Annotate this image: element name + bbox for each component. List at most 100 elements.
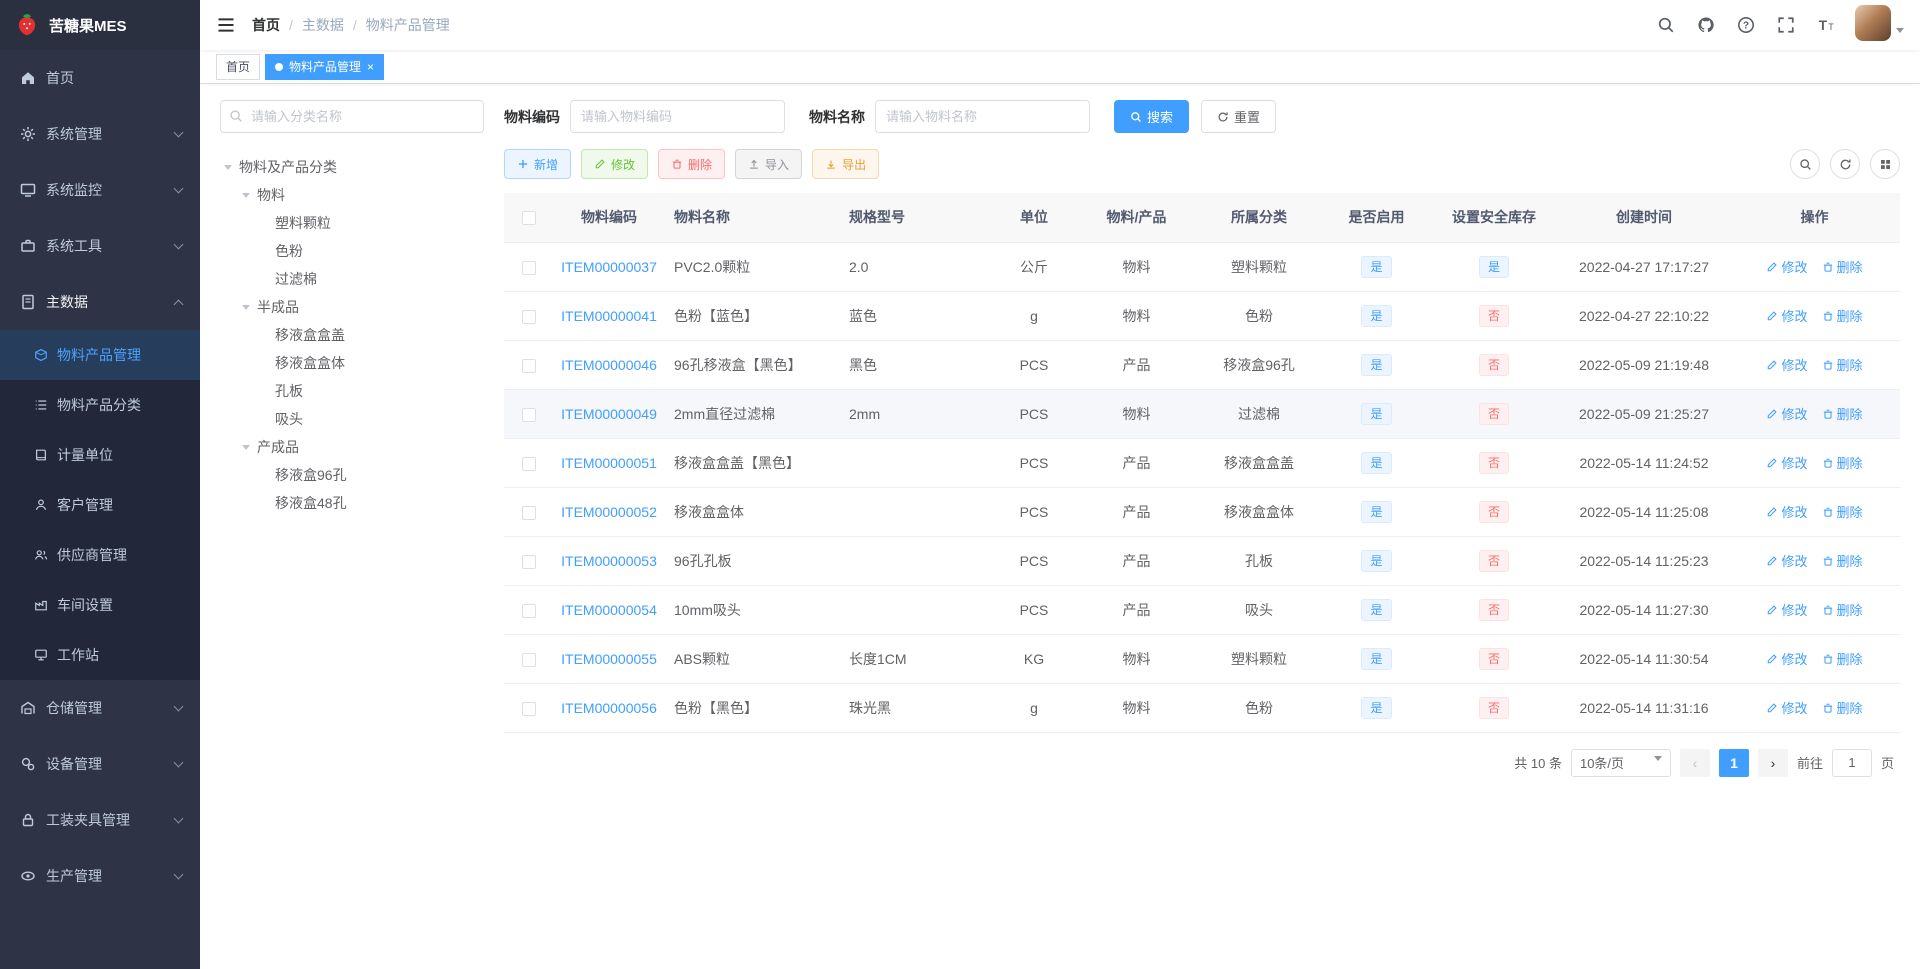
edit-row-button[interactable]: 修改 — [1766, 306, 1808, 325]
item-code-link[interactable]: ITEM00000053 — [561, 553, 657, 569]
delete-row-button[interactable]: 删除 — [1822, 600, 1863, 619]
next-page-button[interactable]: › — [1757, 748, 1788, 777]
edit-row-button[interactable]: 修改 — [1766, 502, 1808, 521]
tree-node[interactable]: 吸头 — [220, 405, 484, 433]
table-row[interactable]: ITEM00000049 2mm直径过滤棉 2mm PCS 物料 过滤棉 是 否… — [504, 389, 1900, 439]
tree-caret-icon[interactable] — [224, 164, 232, 174]
row-checkbox[interactable] — [522, 456, 536, 471]
item-code-link[interactable]: ITEM00000049 — [561, 406, 657, 422]
row-checkbox[interactable] — [522, 407, 536, 422]
delete-row-button[interactable]: 删除 — [1822, 404, 1863, 423]
tree-node[interactable]: 物料 — [220, 181, 484, 209]
sidebar-item-material-product-category[interactable]: 物料产品分类 — [0, 380, 200, 430]
sidebar-item-home[interactable]: 首页 — [0, 50, 200, 106]
github-link-button[interactable] — [1689, 5, 1723, 45]
item-code-link[interactable]: ITEM00000041 — [561, 308, 657, 324]
column-settings-button[interactable] — [1870, 149, 1900, 179]
row-checkbox[interactable] — [522, 309, 536, 324]
sidebar-item-system-tools[interactable]: 系统工具 — [0, 218, 200, 274]
sidebar-item-equipment-management[interactable]: 设备管理 — [0, 736, 200, 792]
tree-node[interactable]: 半成品 — [220, 293, 484, 321]
tree-caret-icon[interactable] — [242, 304, 250, 314]
tree-node[interactable]: 过滤棉 — [220, 265, 484, 293]
table-row[interactable]: ITEM00000051 移液盒盒盖【黑色】 PCS 产品 移液盒盒盖 是 否 … — [504, 438, 1900, 488]
edit-button[interactable]: 修改 — [581, 149, 649, 179]
item-code-link[interactable]: ITEM00000056 — [561, 700, 657, 716]
search-button[interactable]: 搜索 — [1114, 100, 1190, 133]
edit-row-button[interactable]: 修改 — [1766, 551, 1808, 570]
row-checkbox[interactable] — [522, 554, 536, 569]
tree-node[interactable]: 物料及产品分类 — [220, 153, 484, 181]
refresh-table-button[interactable] — [1830, 149, 1860, 179]
sidebar-item-fixture-management[interactable]: 工装夹具管理 — [0, 792, 200, 848]
fullscreen-button[interactable] — [1769, 5, 1803, 45]
sidebar-item-system-management[interactable]: 系统管理 — [0, 106, 200, 162]
table-row[interactable]: ITEM00000037 PVC2.0颗粒 2.0 公斤 物料 塑料颗粒 是 是… — [504, 242, 1900, 292]
sidebar-item-measurement-unit[interactable]: 计量单位 — [0, 430, 200, 480]
category-search-input[interactable] — [220, 100, 484, 133]
item-code-link[interactable]: ITEM00000054 — [561, 602, 657, 618]
page-1-button[interactable]: 1 — [1718, 748, 1749, 777]
row-checkbox[interactable] — [522, 603, 536, 618]
row-checkbox[interactable] — [522, 260, 536, 275]
help-button[interactable]: ? — [1729, 5, 1763, 45]
tree-node[interactable]: 孔板 — [220, 377, 484, 405]
tab-material-product-management[interactable]: 物料产品管理 × — [265, 53, 385, 80]
tree-node[interactable]: 移液盒48孔 — [220, 489, 484, 517]
delete-button[interactable]: 删除 — [658, 149, 726, 179]
edit-row-button[interactable]: 修改 — [1766, 404, 1808, 423]
row-checkbox[interactable] — [522, 505, 536, 520]
code-filter-input[interactable] — [570, 100, 785, 133]
add-button[interactable]: 新增 — [504, 149, 572, 179]
table-row[interactable]: ITEM00000053 96孔孔板 PCS 产品 孔板 是 否 2022-05… — [504, 536, 1900, 586]
sidebar-item-system-monitor[interactable]: 系统监控 — [0, 162, 200, 218]
tree-node[interactable]: 移液盒盒体 — [220, 349, 484, 377]
edit-row-button[interactable]: 修改 — [1766, 453, 1808, 472]
item-code-link[interactable]: ITEM00000037 — [561, 259, 657, 275]
delete-row-button[interactable]: 删除 — [1822, 551, 1863, 570]
delete-row-button[interactable]: 删除 — [1822, 698, 1863, 717]
toggle-search-button[interactable] — [1790, 149, 1820, 179]
hamburger-icon[interactable] — [216, 15, 236, 35]
select-all-checkbox[interactable] — [522, 211, 536, 226]
page-size-select[interactable]: 10条/页 — [1570, 748, 1671, 777]
tree-node[interactable]: 色粉 — [220, 237, 484, 265]
item-code-link[interactable]: ITEM00000055 — [561, 651, 657, 667]
tree-node[interactable]: 产成品 — [220, 433, 484, 461]
row-checkbox[interactable] — [522, 652, 536, 667]
user-menu[interactable] — [1855, 5, 1904, 45]
goto-page-input[interactable] — [1831, 748, 1872, 777]
row-checkbox[interactable] — [522, 358, 536, 373]
import-button[interactable]: 导入 — [735, 149, 803, 179]
breadcrumb-home[interactable]: 首页 — [252, 15, 280, 35]
table-row[interactable]: ITEM00000052 移液盒盒体 PCS 产品 移液盒盒体 是 否 2022… — [504, 487, 1900, 537]
breadcrumb-master-data[interactable]: 主数据 — [302, 15, 344, 35]
sidebar-item-production-management[interactable]: 生产管理 — [0, 848, 200, 904]
reset-button[interactable]: 重置 — [1201, 100, 1277, 133]
sidebar-item-master-data[interactable]: 主数据 — [0, 274, 200, 330]
tree-node[interactable]: 移液盒盒盖 — [220, 321, 484, 349]
avatar[interactable] — [1855, 5, 1891, 41]
table-row[interactable]: ITEM00000056 色粉【黑色】 珠光黑 g 物料 色粉 是 否 2022… — [504, 683, 1900, 733]
delete-row-button[interactable]: 删除 — [1822, 502, 1863, 521]
delete-row-button[interactable]: 删除 — [1822, 355, 1863, 374]
name-filter-input[interactable] — [875, 100, 1090, 133]
edit-row-button[interactable]: 修改 — [1766, 600, 1808, 619]
app-logo[interactable]: 苦糖果MES — [0, 0, 200, 50]
header-search-button[interactable] — [1649, 5, 1683, 45]
delete-row-button[interactable]: 删除 — [1822, 257, 1863, 276]
edit-row-button[interactable]: 修改 — [1766, 257, 1808, 276]
table-row[interactable]: ITEM00000041 色粉【蓝色】 蓝色 g 物料 色粉 是 否 2022-… — [504, 291, 1900, 341]
export-button[interactable]: 导出 — [812, 149, 880, 179]
sidebar-item-material-product-management[interactable]: 物料产品管理 — [0, 330, 200, 380]
delete-row-button[interactable]: 删除 — [1822, 649, 1863, 668]
font-size-button[interactable]: TT — [1809, 5, 1843, 45]
edit-row-button[interactable]: 修改 — [1766, 698, 1808, 717]
item-code-link[interactable]: ITEM00000046 — [561, 357, 657, 373]
tree-caret-icon[interactable] — [242, 192, 250, 202]
sidebar-item-customer-management[interactable]: 客户管理 — [0, 480, 200, 530]
tree-node[interactable]: 移液盒96孔 — [220, 461, 484, 489]
edit-row-button[interactable]: 修改 — [1766, 355, 1808, 374]
tree-node[interactable]: 塑料颗粒 — [220, 209, 484, 237]
close-tab-icon[interactable]: × — [367, 61, 374, 73]
